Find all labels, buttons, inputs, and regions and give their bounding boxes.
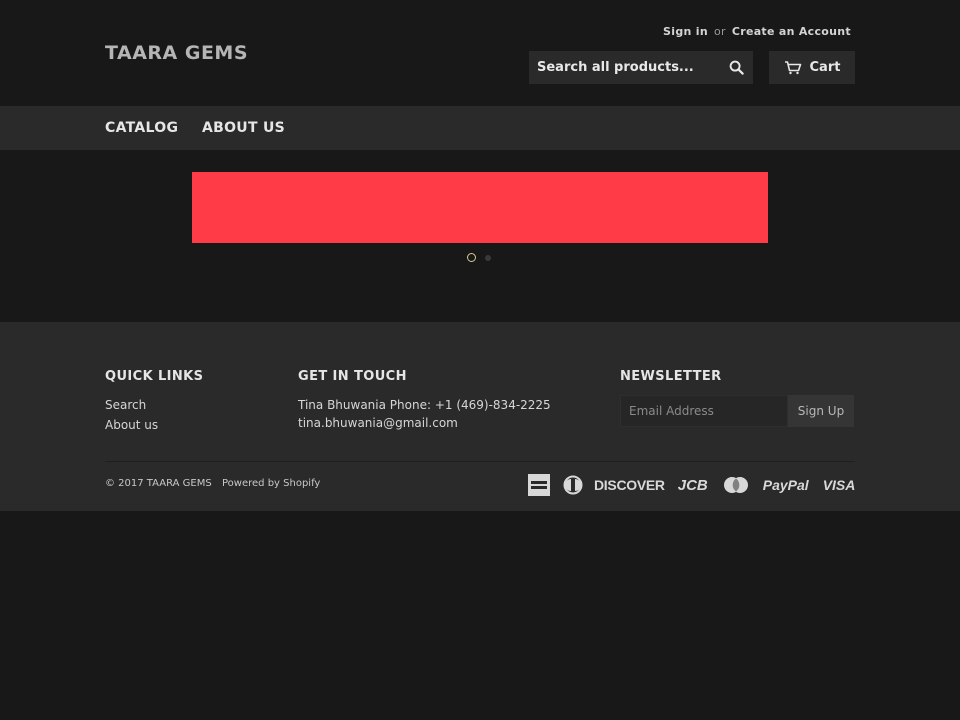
site-footer: QUICK LINKS Search About us GET IN TOUCH… (0, 322, 960, 511)
account-links: Sign in or Create an Account (663, 25, 851, 38)
footer-divider (105, 461, 855, 462)
newsletter-form: Sign Up (620, 395, 854, 427)
cart-label: Cart (809, 60, 841, 75)
search-box (529, 51, 753, 84)
powered-by-link[interactable]: Powered by Shopify (222, 478, 320, 489)
newsletter-email-input[interactable] (620, 395, 788, 427)
cart-icon (784, 60, 801, 74)
slide-dot-2[interactable] (485, 254, 491, 261)
contact-email: tina.bhuwania@gmail.com (298, 416, 458, 430)
newsletter-heading: NEWSLETTER (620, 369, 722, 384)
diners-club-icon (562, 475, 584, 495)
slide-dot-1[interactable] (467, 253, 476, 262)
search-input[interactable] (529, 51, 719, 84)
search-icon (729, 60, 744, 75)
sign-in-link[interactable]: Sign in (663, 25, 708, 38)
or-separator: or (713, 25, 726, 38)
nav-item-catalog[interactable]: CATALOG (105, 120, 178, 136)
search-button[interactable] (719, 51, 753, 84)
main-nav: CATALOG ABOUT US (0, 106, 960, 150)
slide-banner[interactable] (192, 172, 768, 243)
get-in-touch-heading: GET IN TOUCH (298, 369, 407, 384)
jcb-icon: JCB (677, 476, 708, 494)
american-express-icon (528, 474, 550, 496)
discover-icon: DISCOVER (594, 477, 665, 493)
newsletter-signup-button[interactable]: Sign Up (788, 395, 854, 427)
slideshow-dots (467, 253, 491, 262)
site-header: TAARA GEMS Sign in or Create an Account Ca… (0, 0, 960, 106)
mastercard-icon (722, 476, 750, 494)
paypal-icon: PayPal (762, 477, 809, 493)
payment-icons: DISCOVER JCB PayPal VISA (528, 474, 855, 496)
copyright-text: © 2017 TAARA GEMS (105, 478, 212, 489)
contact-phone: Tina Bhuwania Phone: +1 (469)-834-2225 (298, 398, 551, 412)
site-logo[interactable]: TAARA GEMS (105, 42, 248, 64)
footer-link-search[interactable]: Search (105, 398, 146, 412)
cart-button[interactable]: Cart (769, 51, 855, 84)
footer-link-about-us[interactable]: About us (105, 418, 158, 432)
visa-icon: VISA (822, 477, 856, 493)
quick-links-heading: QUICK LINKS (105, 369, 204, 384)
hero-slideshow (0, 150, 960, 322)
nav-item-about-us[interactable]: ABOUT US (202, 120, 285, 136)
create-account-link[interactable]: Create an Account (732, 25, 851, 38)
